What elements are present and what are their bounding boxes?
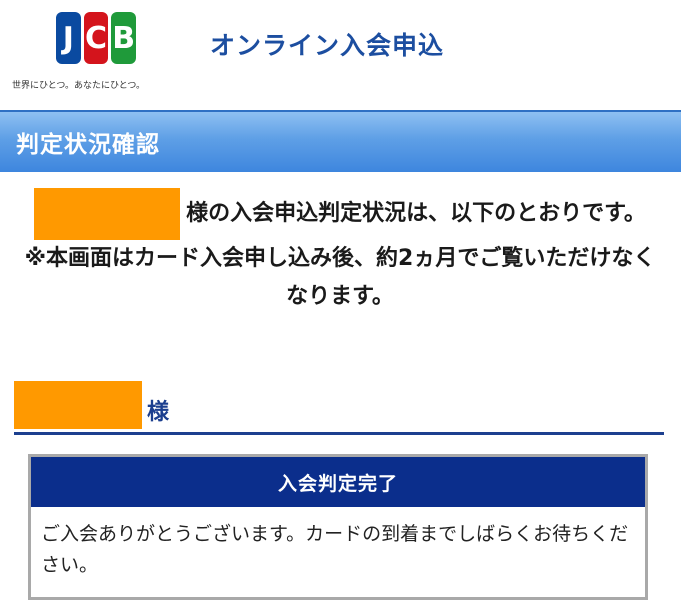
status-message: 様の入会申込判定状況は、以下のとおりです。 ※本画面はカード入会申し込み後、約2… <box>20 188 660 316</box>
applicant-name-heading: 様 <box>14 381 664 435</box>
availability-notice: ※本画面はカード入会申し込み後、約2ヵ月でご覧いただけなくなります。 <box>24 246 656 309</box>
redacted-applicant-name <box>14 381 142 429</box>
jcb-logo-letter-j: J <box>56 12 81 64</box>
status-panel-body: ご入会ありがとうございます。カードの到着までしばらくお待ちください。 <box>41 523 629 576</box>
jcb-logo-letter-c: C <box>83 12 109 64</box>
redacted-name-block <box>34 188 181 240</box>
jcb-logo-letter-b: B <box>111 12 137 64</box>
page-header: J C B 世界にひとつ。あなたにひとつ。 オンライン入会申込 <box>0 0 681 100</box>
section-title: 判定状況確認 <box>16 132 160 158</box>
jcb-logo[interactable]: J C B 世界にひとつ。あなたにひとつ。 <box>12 6 172 94</box>
section-header-bar: 判定状況確認 <box>0 110 681 172</box>
status-panel: 入会判定完了 ご入会ありがとうございます。カードの到着までしばらくお待ちください… <box>28 454 648 600</box>
jcb-logo-mark: J C B <box>56 12 137 64</box>
logo-tagline: 世界にひとつ。あなたにひとつ。 <box>12 81 146 91</box>
status-panel-title: 入会判定完了 <box>31 457 645 507</box>
name-honorific: 様 <box>147 400 170 425</box>
page-title: オンライン入会申込 <box>210 31 445 60</box>
status-message-text: 様の入会申込判定状況は、以下のとおりです。 <box>186 201 646 226</box>
